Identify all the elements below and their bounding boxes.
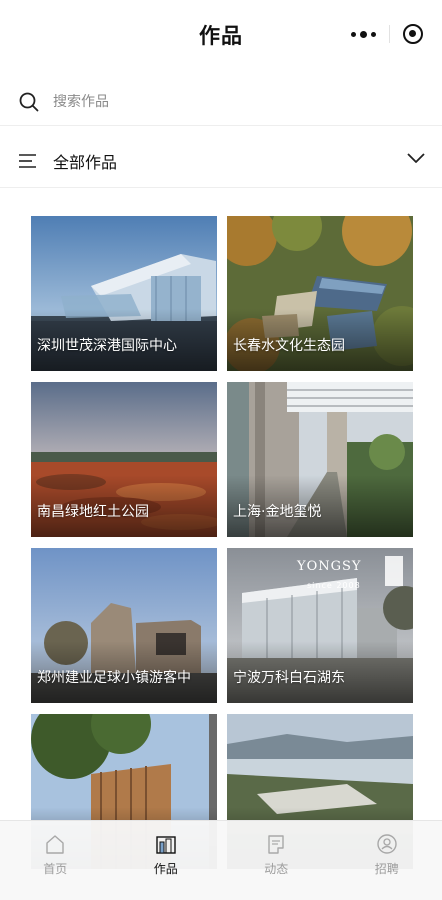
news-icon xyxy=(268,835,284,854)
menu-icon xyxy=(19,153,36,168)
tab-recruit[interactable]: 招聘 xyxy=(332,821,442,900)
search-bar[interactable] xyxy=(0,78,442,126)
project-title: 长春水文化生态园 xyxy=(233,338,345,354)
chevron-down-icon[interactable] xyxy=(407,152,425,164)
page-title: 作品 xyxy=(199,24,243,48)
search-icon xyxy=(19,92,39,111)
category-filter[interactable]: 全部作品 xyxy=(0,134,442,188)
tab-home[interactable]: 首页 xyxy=(0,821,111,900)
navigation-bar: 作品 xyxy=(0,0,442,70)
project-card[interactable]: 上海·金地玺悦 xyxy=(227,382,413,537)
capsule-menu xyxy=(344,18,430,50)
project-card[interactable]: 长春水文化生态园 xyxy=(227,216,413,371)
project-title: 南昌绿地红土公园 xyxy=(37,504,149,520)
tab-bar: 首页 作品 动态 招聘 xyxy=(0,820,442,900)
project-title: 郑州建业足球小镇游客中 xyxy=(37,670,191,686)
project-title: 上海·金地玺悦 xyxy=(233,504,322,520)
filter-label: 全部作品 xyxy=(53,152,118,172)
search-input[interactable] xyxy=(53,93,373,110)
capsule-divider xyxy=(388,25,390,43)
more-dots-icon[interactable] xyxy=(350,30,376,38)
tab-label: 首页 xyxy=(43,862,68,876)
works-icon xyxy=(156,836,176,854)
project-card[interactable]: 南昌绿地红土公园 xyxy=(31,382,217,537)
tab-works[interactable]: 作品 xyxy=(111,821,222,900)
tab-news[interactable]: 动态 xyxy=(221,821,332,900)
project-title: 深圳世茂深港国际中心 xyxy=(37,338,177,354)
tab-label: 招聘 xyxy=(374,862,399,876)
project-card[interactable]: 郑州建业足球小镇游客中 xyxy=(31,548,217,703)
tab-label: 动态 xyxy=(264,862,289,876)
home-icon xyxy=(46,835,64,854)
project-title: 宁波万科白石湖东 xyxy=(233,670,345,686)
watermark-since: since 2008 xyxy=(307,581,361,590)
target-icon[interactable] xyxy=(403,24,424,44)
tab-label: 作品 xyxy=(153,862,178,876)
watermark-seal xyxy=(385,556,403,586)
watermark-brand: YONGSY xyxy=(296,559,362,574)
recruit-icon xyxy=(377,834,397,854)
project-card[interactable]: YONGSY since 2008 宁波万科白石湖东 xyxy=(227,548,413,703)
project-card[interactable]: 深圳世茂深港国际中心 xyxy=(31,216,217,371)
